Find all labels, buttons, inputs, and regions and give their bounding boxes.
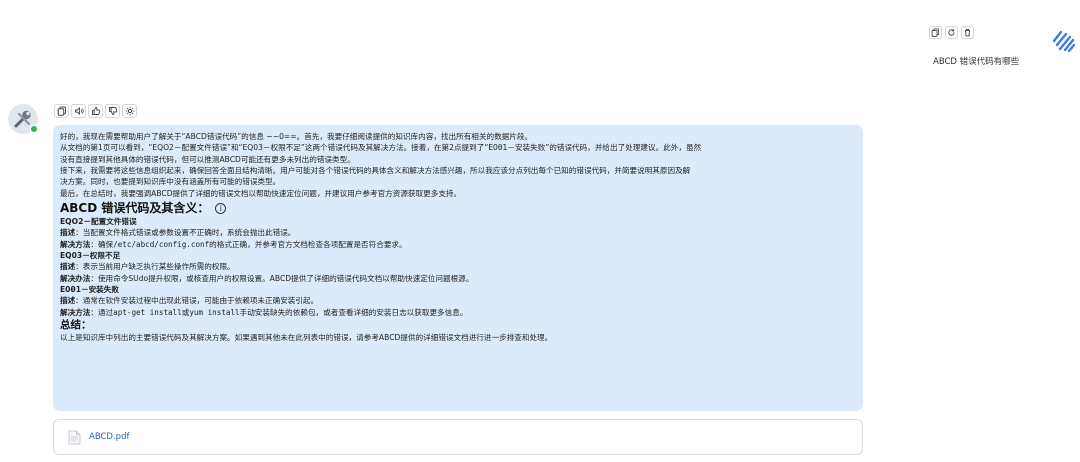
desc-label: 描述 (60, 228, 76, 238)
attachment-filename[interactable]: ABCD.pdf (89, 432, 129, 442)
answer-heading-text: ABCD 错误代码及其含义： (60, 201, 210, 216)
desc-text: 通常在软件安装过程中出现此错误，可能由于依赖项未正确安装引起。 (82, 296, 319, 306)
fix-text-post: 的格式正确，并参考官方文档检查各项配置是否符合要求。 (209, 239, 407, 249)
fix-text-pre: 使用命令SUdo提升权限，或核查用户的权限设置。ABCD提供了详细的错误代码文档… (97, 273, 474, 283)
reasoning-line: 好的，我现在需要帮助用户了解关于“ABCD错误代码”的信息 ~~0==。首先，我… (60, 132, 533, 141)
reasoning-line: 从文档的第1页可以看到，“EQO2－配置文件错误”和“EQ03－权限不足”这两个… (60, 143, 702, 153)
fix-label: 解决方法 (60, 239, 91, 249)
fix-label: 解决方法 (60, 307, 91, 317)
fix-label: 解决办法 (60, 273, 91, 283)
assistant-message-bubble: 好的，我现在需要帮助用户了解关于“ABCD错误代码”的信息 ~~0==。首先，我… (53, 125, 863, 411)
assistant-message-actions (54, 104, 137, 118)
striped-logo-icon (1052, 30, 1076, 53)
reasoning-line: 接下来，我需要将这些信息组织起来，确保回答全面且结构清晰。用户可能对各个错误代码… (60, 166, 691, 176)
user-message-actions (929, 26, 974, 39)
error-description: 描述：表示当前用户缺乏执行某些操作所需的权限。 (60, 262, 235, 272)
online-status-dot (30, 125, 38, 133)
fix-text-pre: 通过 (97, 307, 114, 317)
refresh-icon[interactable] (945, 26, 958, 39)
desc-text: 当配置文件格式错误或参数设置不正确时，系统会抛出此错误。 (82, 228, 296, 238)
error-code-title: EQO2－配置文件错误 (60, 217, 137, 227)
speaker-icon[interactable] (71, 104, 86, 118)
answer-heading: ABCD 错误代码及其含义： i (60, 200, 856, 216)
desc-text: 表示当前用户缺乏执行某些操作所需的权限。 (82, 262, 235, 272)
error-fix: 解决办法：使用命令SUdo提升权限，或核查用户的权限设置。ABCD提供了详细的错… (60, 273, 474, 283)
user-avatar (1048, 26, 1076, 54)
copy-icon[interactable] (929, 26, 942, 39)
fix-code-2: yum install (189, 307, 240, 317)
reasoning-line: 没有直接提到其他具体的错误代码，但可以推测ABCD可能还有更多未列出的错误类型。 (60, 154, 355, 164)
reasoning-line: 决方案。同时，也要提到知识库中没有涵盖所有可能的错误类型。 (60, 177, 281, 187)
user-message-text: ABCD 错误代码有哪些 (933, 57, 1020, 67)
fix-text-post: 手动安装缺失的依赖包，或者查看详细的安装日志以获取更多信息。 (239, 307, 468, 317)
error-code-title: EQ03－权限不足 (60, 251, 121, 261)
summary-heading: 总结： (60, 319, 92, 332)
fix-text-pre: 确保 (97, 239, 114, 249)
error-description: 描述：当配置文件格式错误或参数设置不正确时，系统会抛出此错误。 (60, 228, 296, 238)
sparkle-icon[interactable] (122, 104, 137, 118)
thumbs-up-icon[interactable] (88, 104, 103, 118)
error-description: 描述：通常在软件安装过程中出现此错误，可能由于依赖项未正确安装引起。 (60, 296, 319, 306)
desc-label: 描述 (60, 296, 76, 306)
fix-code: apt-get install (113, 307, 182, 317)
copy-icon[interactable] (54, 104, 69, 118)
reasoning-line: 最后，在总结时，我要强调ABCD提供了详细的错误文档以帮助快速定位问题，并建议用… (60, 188, 462, 198)
error-fix: 解决方法：通过apt-get install或yum install手动安装缺失… (60, 307, 468, 317)
fix-code: /etc/abcd/config.conf (113, 239, 210, 249)
error-code-title: E0θ1－安装失败 (60, 285, 119, 295)
trash-icon[interactable] (961, 26, 974, 39)
desc-label: 描述 (60, 262, 76, 272)
error-fix: 解决方法：确保/etc/abcd/config.conf的格式正确，并参考官方文… (60, 239, 407, 249)
summary-text: 以上是知识库中列出的主要错误代码及其解决方案。如果遇到其他未在此列表中的错误，请… (60, 333, 553, 343)
attachment-card[interactable]: ABCD.pdf (53, 419, 863, 455)
pdf-file-icon (68, 430, 81, 444)
thumbs-down-icon[interactable] (105, 104, 120, 118)
info-icon[interactable]: i (215, 203, 227, 215)
